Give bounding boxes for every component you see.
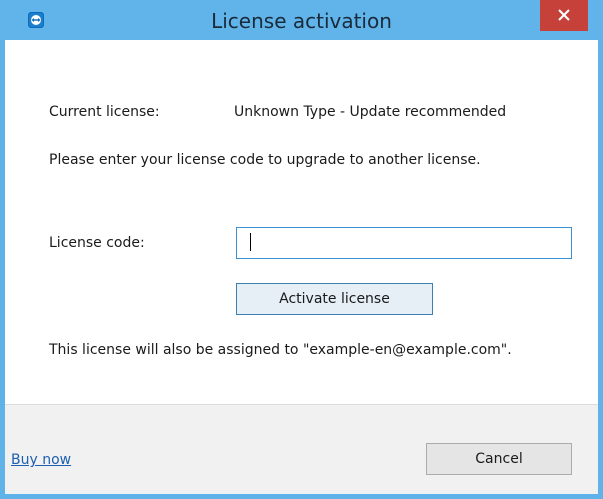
license-code-input[interactable]	[236, 227, 572, 259]
dialog-content: Current license: Unknown Type - Update r…	[5, 40, 598, 494]
dialog-footer: Buy now Cancel	[5, 404, 598, 494]
assignment-note: This license will also be assigned to "e…	[49, 342, 512, 358]
cancel-button[interactable]: Cancel	[426, 443, 572, 475]
instructions-text: Please enter your license code to upgrad…	[49, 152, 481, 168]
window-title: License activation	[211, 9, 392, 33]
activate-license-button[interactable]: Activate license	[236, 283, 433, 315]
title-bar[interactable]: License activation	[0, 0, 603, 40]
current-license-value: Unknown Type - Update recommended	[234, 104, 507, 120]
close-button[interactable]	[540, 0, 588, 31]
current-license-label: Current license:	[49, 104, 160, 120]
license-code-label: License code:	[49, 235, 145, 251]
text-caret	[250, 233, 251, 251]
license-activation-window: License activation Current license: Unkn…	[0, 0, 603, 499]
buy-now-link[interactable]: Buy now	[11, 452, 71, 468]
close-icon	[558, 9, 570, 21]
